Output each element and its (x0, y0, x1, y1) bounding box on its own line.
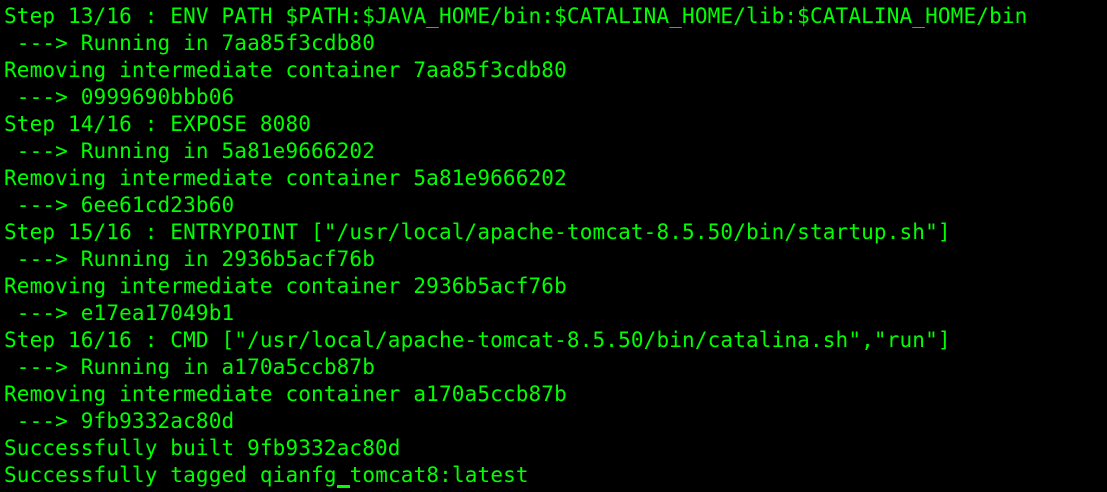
terminal-line: Successfully built 9fb9332ac80d (4, 436, 401, 460)
terminal-line: Step 16/16 : CMD ["/usr/local/apache-tom… (4, 328, 951, 352)
terminal-line: ---> Running in 7aa85f3cdb80 (4, 31, 375, 55)
terminal-line: Step 13/16 : ENV PATH $PATH:$JAVA_HOME/b… (4, 4, 1028, 28)
terminal-line: Step 14/16 : EXPOSE 8080 (4, 112, 312, 136)
terminal-line: Removing intermediate container 2936b5ac… (4, 274, 567, 298)
terminal-line: Removing intermediate container 7aa85f3c… (4, 58, 567, 82)
terminal-line: ---> Running in 2936b5acf76b (4, 247, 375, 271)
terminal-line: ---> 9fb9332ac80d (4, 409, 235, 433)
terminal-line: ---> 6ee61cd23b60 (4, 193, 235, 217)
terminal-last-line: Successfully tagged qianfg tomcat8:latest (4, 462, 1107, 489)
terminal-line: Removing intermediate container a170a5cc… (4, 382, 567, 406)
terminal-line: Removing intermediate container 5a81e966… (4, 166, 567, 190)
last-line-before-cursor: Successfully tagged qianfg (4, 463, 337, 487)
terminal-line: Step 15/16 : ENTRYPOINT ["/usr/local/apa… (4, 220, 951, 244)
terminal-line: ---> 0999690bbb06 (4, 85, 235, 109)
terminal-line: ---> Running in 5a81e9666202 (4, 139, 375, 163)
terminal-window[interactable]: Step 13/16 : ENV PATH $PATH:$JAVA_HOME/b… (0, 0, 1107, 492)
terminal-line: ---> e17ea17049b1 (4, 301, 235, 325)
terminal-line: ---> Running in a170a5ccb87b (4, 355, 375, 379)
last-line-after-cursor: tomcat8:latest (349, 463, 529, 487)
terminal-cursor (336, 485, 350, 488)
